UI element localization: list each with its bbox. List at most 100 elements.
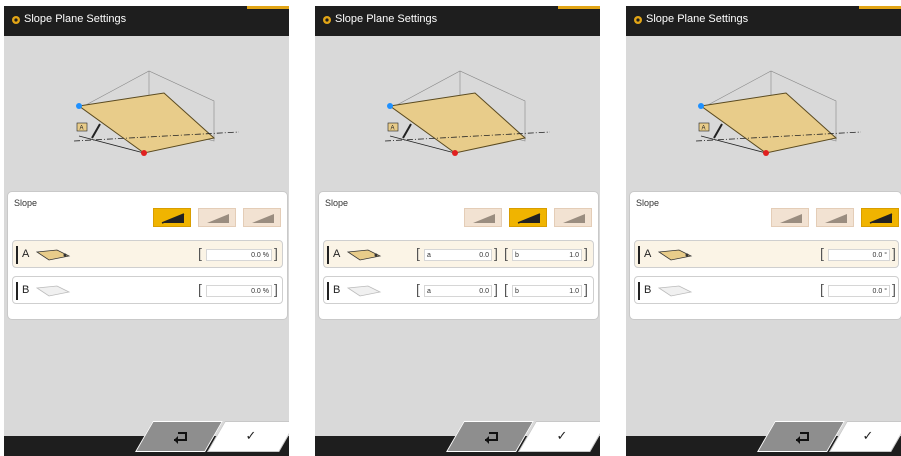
blue-point-icon [698,103,704,109]
row-b[interactable]: B [ 0.0 % ] [12,276,283,304]
slope-degree-icon [563,214,585,223]
ratio-a-prefix: a [427,288,431,295]
ratio-b-value: 1.0 [569,252,579,259]
excavator-bucket-icon [657,285,693,297]
slope-value: 0.0 ° [872,252,887,259]
slope-value-field[interactable]: [ 0.0 ° ] [820,281,898,299]
mode-ratio-button[interactable] [816,208,854,227]
return-arrow-icon [485,432,498,444]
slope-value-field[interactable]: [ 0.0 ° ] [820,245,898,263]
slope-percent-icon [161,213,185,224]
ratio-a-field[interactable]: [ a 0.0 ] [416,245,500,263]
mode-ratio-button[interactable] [509,208,547,227]
slope-ratio-icon [207,214,229,223]
mode-percent-button[interactable] [771,208,809,227]
blue-point-icon [387,103,393,109]
slope-value: 0.0 % [251,288,269,295]
confirm-check-icon: ✓ [862,428,874,443]
row-indicator [16,282,18,300]
mode-ratio-button[interactable] [198,208,236,227]
diagram-label-a: A [80,126,84,132]
ratio-a-field[interactable]: [ a 0.0 ] [416,281,500,299]
excavator-bucket-icon [35,249,71,261]
excavator-bucket-icon [346,249,382,261]
panel-3: Slope Plane Settings A Slope A [0.0 °]… [626,6,901,456]
gear-icon [323,16,331,24]
excavator-bucket-icon [35,285,71,297]
confirm-check-icon: ✓ [556,428,568,443]
mode-degree-button[interactable] [554,208,592,227]
slope-card: Slope A [ 0.0 ° ] B [ 0.0 °] [629,191,901,320]
ratio-a-value: 0.0 [479,288,489,295]
excavator-bucket-icon [346,285,382,297]
row-a[interactable]: A [ a 0.0 ] [ b 1.0 ] [323,240,594,268]
mode-percent-button[interactable] [464,208,502,227]
slope-value: 0.0 % [251,252,269,259]
diagram-label-a: A [391,126,395,132]
row-letter: A [333,248,341,260]
title-bar: Slope Plane Settings [626,6,901,36]
ratio-a-value: 0.0 [479,252,489,259]
mode-degree-button[interactable] [861,208,899,227]
red-point-icon [763,150,769,156]
row-letter: A [22,248,30,260]
ratio-b-value: 1.0 [569,288,579,295]
slope-plane-diagram: A [384,70,551,156]
title-accent [558,6,600,9]
slope-label: Slope [14,198,38,208]
blue-point-icon [76,103,82,109]
slope-ratio-icon [825,214,847,223]
row-letter: B [644,284,652,296]
slope-percent-icon [780,214,802,223]
slope-value-field[interactable]: [ 0.0 % ] [198,281,280,299]
slope-plane-diagram: A [695,70,862,156]
slope-card: Slope A [ a 0.0 ] [ b 1.0 ] B [a 0.0] … [318,191,599,320]
red-point-icon [141,150,147,156]
panel-1: Slope Plane Settings A Slope A [0.0 %]… [4,6,289,456]
slope-percent-icon [473,214,495,223]
ratio-b-prefix: b [515,288,519,295]
slope-card: Slope A [ 0.0 % ] B [ 0.0 %] [7,191,288,320]
page-title: Slope Plane Settings [335,13,438,25]
row-letter: B [333,284,341,296]
title-bar: Slope Plane Settings [315,6,600,36]
row-letter: A [644,248,652,260]
ratio-a-prefix: a [427,252,431,259]
row-indicator [638,246,640,264]
row-indicator [16,246,18,264]
row-indicator [327,282,329,300]
return-arrow-icon [796,432,809,444]
mode-percent-button[interactable] [153,208,191,227]
gear-icon [634,16,642,24]
diagram-label-a: A [702,126,706,132]
ratio-b-field[interactable]: [ b 1.0 ] [504,245,592,263]
title-accent [859,6,901,9]
title-accent [247,6,289,9]
row-indicator [327,246,329,264]
slope-value: 0.0 ° [872,288,887,295]
gear-icon [12,16,20,24]
mode-degree-button[interactable] [243,208,281,227]
page-title: Slope Plane Settings [24,13,127,25]
row-b[interactable]: B [ 0.0 ° ] [634,276,899,304]
row-a[interactable]: A [ 0.0 ° ] [634,240,899,268]
ratio-b-field[interactable]: [ b 1.0 ] [504,281,592,299]
row-letter: B [22,284,30,296]
slope-label: Slope [325,198,349,208]
return-arrow-icon [174,432,187,444]
row-a[interactable]: A [ 0.0 % ] [12,240,283,268]
panel-2: Slope Plane Settings A Slope A [a 0.0]… [315,6,600,456]
page-title: Slope Plane Settings [646,13,749,25]
slope-degree-icon [252,214,274,223]
red-point-icon [452,150,458,156]
slope-ratio-icon [517,213,541,224]
row-b[interactable]: B [ a 0.0 ] [ b 1.0 ] [323,276,594,304]
slope-degree-icon [869,213,893,224]
slope-value-field[interactable]: [ 0.0 % ] [198,245,280,263]
row-indicator [638,282,640,300]
confirm-check-icon: ✓ [245,428,257,443]
title-bar: Slope Plane Settings [4,6,289,36]
ratio-b-prefix: b [515,252,519,259]
slope-label: Slope [636,198,660,208]
excavator-bucket-icon [657,249,693,261]
